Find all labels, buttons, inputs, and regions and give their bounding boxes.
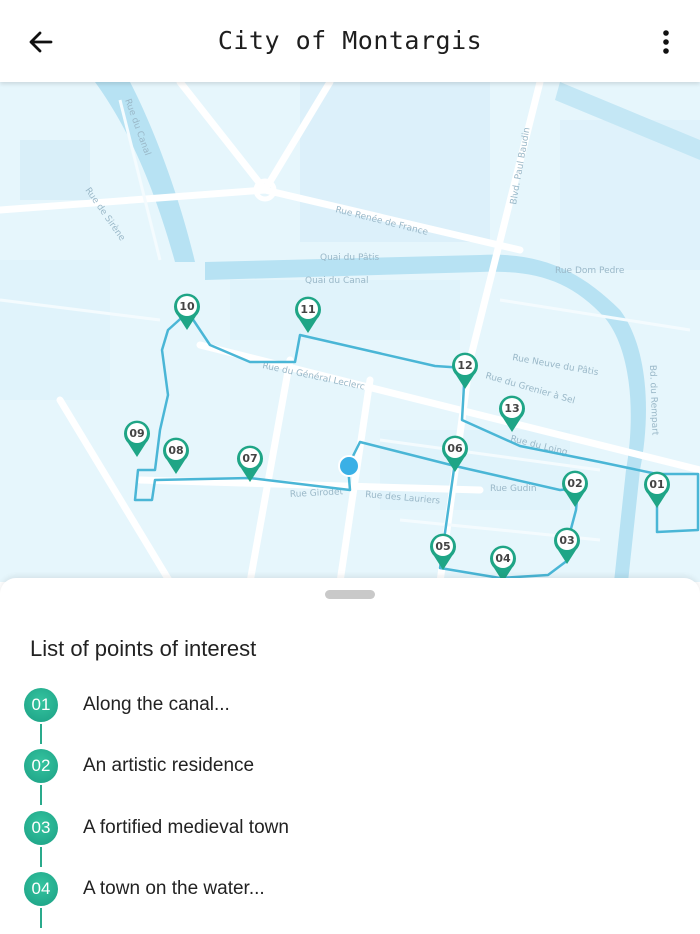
map-canvas[interactable]: Rue Renée de France Quai du Pâtis Quai d… xyxy=(0,82,700,582)
poi-title: Along the canal... xyxy=(83,694,230,715)
poi-number-badge: 04 xyxy=(24,871,58,906)
poi-list: 01 Along the canal... 02 An artistic res… xyxy=(24,688,289,933)
map-pin-label: 06 xyxy=(447,442,463,455)
map-pin-label: 12 xyxy=(457,359,472,372)
map-pin-label: 07 xyxy=(242,452,257,465)
current-location-marker xyxy=(338,455,360,477)
poi-bottom-sheet: List of points of interest 01 Along the … xyxy=(0,578,700,934)
drag-handle[interactable] xyxy=(325,590,375,599)
poi-title: An artistic residence xyxy=(83,755,255,777)
list-item[interactable]: 02 An artistic residence xyxy=(24,749,289,810)
street-label: Rue Dom Pedre xyxy=(555,266,625,276)
poi-number-badge: 03 xyxy=(24,810,58,845)
list-item[interactable]: 04 A town on the water... xyxy=(24,871,289,933)
poi-title: A fortified medieval town xyxy=(83,816,289,838)
map-pin-label: 10 xyxy=(179,300,195,313)
map-pin-label: 08 xyxy=(168,444,183,457)
list-item[interactable]: 01 Along the canal... xyxy=(24,688,289,749)
more-vertical-icon xyxy=(663,30,669,54)
sheet-title: List of points of interest xyxy=(30,636,257,661)
map-pin-label: 13 xyxy=(504,402,519,415)
street-label: Rue Gudin xyxy=(490,484,537,494)
app-header: City of Montargis xyxy=(0,0,700,82)
map-pin-label: 11 xyxy=(300,303,315,316)
map-pin-label: 03 xyxy=(559,534,574,547)
street-label: Quai du Pâtis xyxy=(320,253,380,263)
timeline-connector xyxy=(40,907,42,928)
street-label: Quai du Canal xyxy=(305,276,368,286)
map-pin-label: 09 xyxy=(129,427,144,440)
map-pin-label: 01 xyxy=(649,478,664,491)
poi-number-badge: 01 xyxy=(24,688,58,722)
poi-number-badge: 02 xyxy=(24,749,58,784)
timeline-connector xyxy=(40,724,42,744)
timeline-connector xyxy=(40,785,42,806)
more-options-button[interactable] xyxy=(648,22,684,62)
poi-title: A town on the water... xyxy=(83,877,265,899)
list-item[interactable]: 03 A fortified medieval town xyxy=(24,810,289,872)
map-pin-label: 05 xyxy=(435,540,450,553)
page-title: City of Montargis xyxy=(217,26,483,55)
timeline-connector xyxy=(40,846,42,867)
map-pin-label: 04 xyxy=(495,552,511,565)
map-view[interactable]: Rue Renée de France Quai du Pâtis Quai d… xyxy=(0,82,700,582)
map-pin-label: 02 xyxy=(567,477,582,490)
